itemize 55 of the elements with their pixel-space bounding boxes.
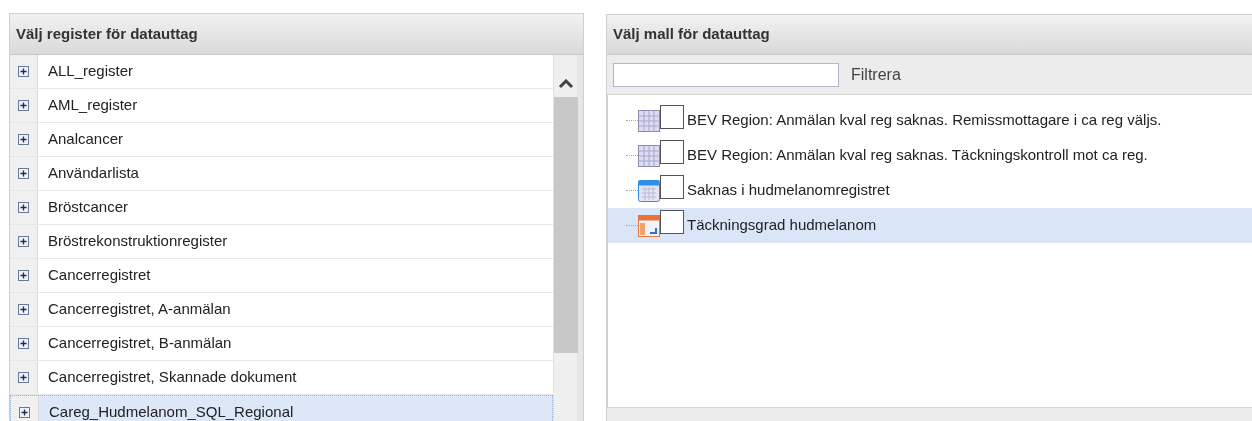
table-icon [638,144,660,167]
table-icon [638,109,660,132]
filter-label: Filtrera [851,64,901,85]
template-row[interactable]: Saknas i hudmelanomregistret [608,173,1252,208]
filter-field[interactable] [613,62,839,87]
register-row[interactable]: Analcancer [10,123,553,157]
register-label: Cancerregistret, Skannade dokument [47,367,298,388]
template-label: Täckningsgrad hudmelanom [687,215,877,236]
register-label: Analcancer [47,129,125,150]
register-row[interactable]: Careg_Hudmelanom_SQL_Regional [10,395,553,421]
calendar-icon [638,179,660,202]
template-row[interactable]: Täckningsgrad hudmelanom [608,208,1252,243]
expand-icon[interactable] [18,202,29,213]
register-label: Cancerregistret, B-anmälan [47,333,233,354]
expand-icon[interactable] [18,270,29,281]
register-row[interactable]: Cancerregistret, B-anmälan [10,327,553,361]
report-icon [638,214,660,237]
panel-title: Välj mall för datauttag [607,15,1252,55]
expand-icon[interactable] [18,100,29,111]
register-label: Användarlista [47,163,140,184]
register-label: Cancerregistret [47,265,152,286]
scrollbar-thumb[interactable] [553,97,578,353]
expand-icon[interactable] [18,236,29,247]
register-label: Cancerregistret, A-anmälan [47,299,232,320]
template-label: Saknas i hudmelanomregistret [687,180,890,201]
expand-icon[interactable] [19,406,30,418]
scroll-up-icon[interactable] [557,79,574,89]
template-row[interactable]: BEV Region: Anmälan kval reg saknas. Remissmottagare i ca reg väljs. [608,103,1252,138]
register-label: Bröstcancer [47,197,130,218]
expand-icon[interactable] [18,134,29,145]
register-label: ALL_register [47,61,135,82]
checkbox[interactable] [660,210,684,234]
register-row[interactable]: AML_register [10,89,553,123]
template-row[interactable]: BEV Region: Anmälan kval reg saknas. Täckningskontroll mot ca reg. [608,138,1252,173]
register-row[interactable]: Bröstcancer [10,191,553,225]
expand-icon[interactable] [18,304,29,315]
expand-icon[interactable] [18,372,29,383]
register-row[interactable]: Bröstrekonstruktionregister [10,225,553,259]
expand-icon[interactable] [18,338,29,349]
template-label: BEV Region: Anmälan kval reg saknas. Remissmottagare i ca reg väljs. [687,110,1162,131]
register-row[interactable]: Cancerregistret, A-anmälan [10,293,553,327]
checkbox[interactable] [660,140,684,164]
expand-icon[interactable] [18,66,29,77]
register-row[interactable]: Användarlista [10,157,553,191]
panel-title: Välj register för datauttag [10,14,583,55]
checkbox[interactable] [660,175,684,199]
register-row[interactable]: Cancerregistret [10,259,553,293]
scrollbar[interactable] [553,55,583,421]
register-label: AML_register [47,95,139,116]
register-label: Careg_Hudmelanom_SQL_Regional [48,401,295,421]
template-label: BEV Region: Anmälan kval reg saknas. Täckningskontroll mot ca reg. [687,145,1148,166]
expand-icon[interactable] [18,168,29,179]
register-row[interactable]: ALL_register [10,55,553,89]
checkbox[interactable] [660,105,684,129]
register-label: Bröstrekonstruktionregister [47,231,229,252]
